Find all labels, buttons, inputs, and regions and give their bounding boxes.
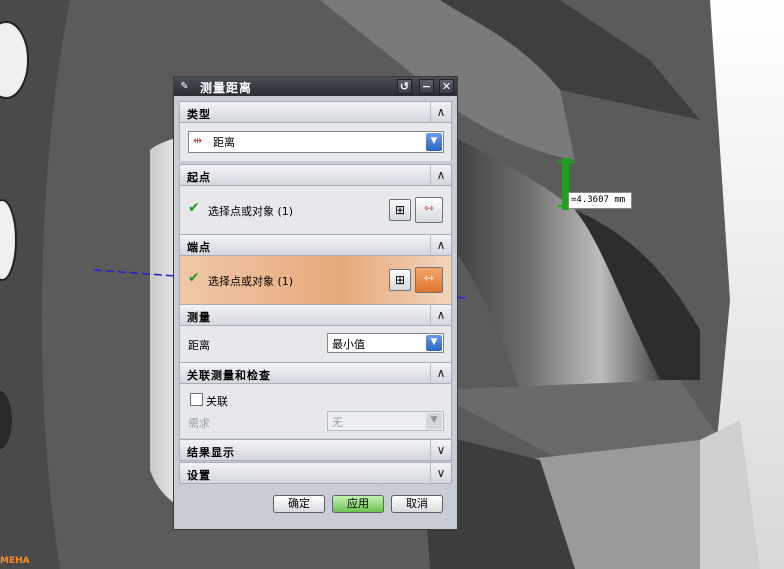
ok-button[interactable]: 确定 [273, 495, 325, 513]
minimize-button[interactable]: − [419, 79, 434, 94]
section-type-label: 类型 [187, 108, 211, 121]
chevron-up-icon[interactable]: ∧ [430, 102, 451, 122]
section-start-label: 起点 [187, 171, 211, 184]
chevron-down-icon[interactable]: ∨ [430, 440, 451, 460]
close-button[interactable]: ✕ [439, 79, 454, 94]
section-result-label: 结果显示 [187, 446, 235, 459]
measure-distance-dialog: ✎ 测量距离 ↺ − ✕ 类型 ∧ ⇹ 距离 ▼ 起点 ∧ ✔ 选择点或对象 (… [173, 76, 458, 530]
chevron-up-icon[interactable]: ∧ [430, 165, 451, 185]
section-end-label: 端点 [187, 241, 211, 254]
distance-ruler-icon[interactable]: ⇿ [415, 197, 443, 223]
section-type-header[interactable]: 类型 ∧ [179, 101, 452, 123]
end-select-text[interactable]: 选择点或对象 (1) [208, 273, 293, 289]
distance-field-label: 距离 [188, 339, 210, 352]
corner-overlay-text: MEHA [0, 556, 30, 566]
requirement-dropdown[interactable]: 无 ▼ [327, 411, 444, 431]
associative-checkbox[interactable] [190, 393, 203, 406]
point-constructor-icon[interactable]: ⊞ [389, 199, 411, 221]
section-assoc-header[interactable]: 关联测量和检查 ∧ [179, 362, 452, 384]
section-start-body: ✔ 选择点或对象 (1) ⊞ ⇿ [179, 186, 452, 234]
section-settings-header[interactable]: 设置 ∨ [179, 462, 452, 484]
requirement-value: 无 [332, 416, 343, 429]
section-measure-label: 测量 [187, 311, 211, 324]
chevron-up-icon[interactable]: ∧ [430, 305, 451, 325]
type-dropdown[interactable]: ⇹ 距离 ▼ [188, 131, 444, 153]
section-end-header[interactable]: 端点 ∧ [179, 234, 452, 256]
dialog-title: 测量距离 [200, 81, 253, 95]
checkmark-icon: ✔ [188, 200, 200, 216]
chevron-up-icon[interactable]: ∧ [430, 363, 451, 383]
checkmark-icon: ✔ [188, 270, 200, 286]
chevron-down-icon[interactable]: ▼ [426, 133, 442, 151]
chevron-down-icon[interactable]: ▼ [426, 413, 442, 429]
section-settings-label: 设置 [187, 469, 211, 482]
chevron-up-icon[interactable]: ∧ [430, 235, 451, 255]
distance-type-icon: ⇹ [193, 134, 203, 147]
type-dropdown-value: 距离 [213, 136, 235, 149]
point-constructor-icon[interactable]: ⊞ [389, 269, 411, 291]
chevron-down-icon[interactable]: ∨ [430, 463, 451, 483]
chevron-down-icon[interactable]: ▼ [426, 335, 442, 351]
distance-mode-value: 最小值 [332, 338, 365, 351]
reset-button[interactable]: ↺ [397, 79, 412, 94]
section-end-body: ✔ 选择点或对象 (1) ⊞ ⇿ [179, 256, 452, 304]
distance-ruler-icon[interactable]: ⇿ [415, 267, 443, 293]
start-select-text[interactable]: 选择点或对象 (1) [208, 203, 293, 219]
section-assoc-label: 关联测量和检查 [187, 369, 271, 382]
apply-button[interactable]: 应用 [332, 495, 384, 513]
associative-checkbox-label: 关联 [206, 395, 228, 408]
section-measure-body: 距离 最小值 ▼ [179, 326, 452, 362]
section-start-header[interactable]: 起点 ∧ [179, 164, 452, 186]
distance-mode-dropdown[interactable]: 最小值 ▼ [327, 333, 444, 353]
requirement-label: 需求 [188, 417, 210, 430]
dimension-label: =4.3607 mm [568, 192, 632, 209]
section-result-header[interactable]: 结果显示 ∨ [179, 439, 452, 461]
cancel-button[interactable]: 取消 [391, 495, 443, 513]
wrench-icon: ✎ [180, 81, 189, 92]
section-type-body: ⇹ 距离 ▼ [179, 123, 452, 161]
section-measure-header[interactable]: 测量 ∧ [179, 304, 452, 326]
section-assoc-body: 关联 需求 无 ▼ [179, 384, 452, 438]
dialog-titlebar[interactable]: ✎ 测量距离 ↺ − ✕ [174, 77, 457, 96]
